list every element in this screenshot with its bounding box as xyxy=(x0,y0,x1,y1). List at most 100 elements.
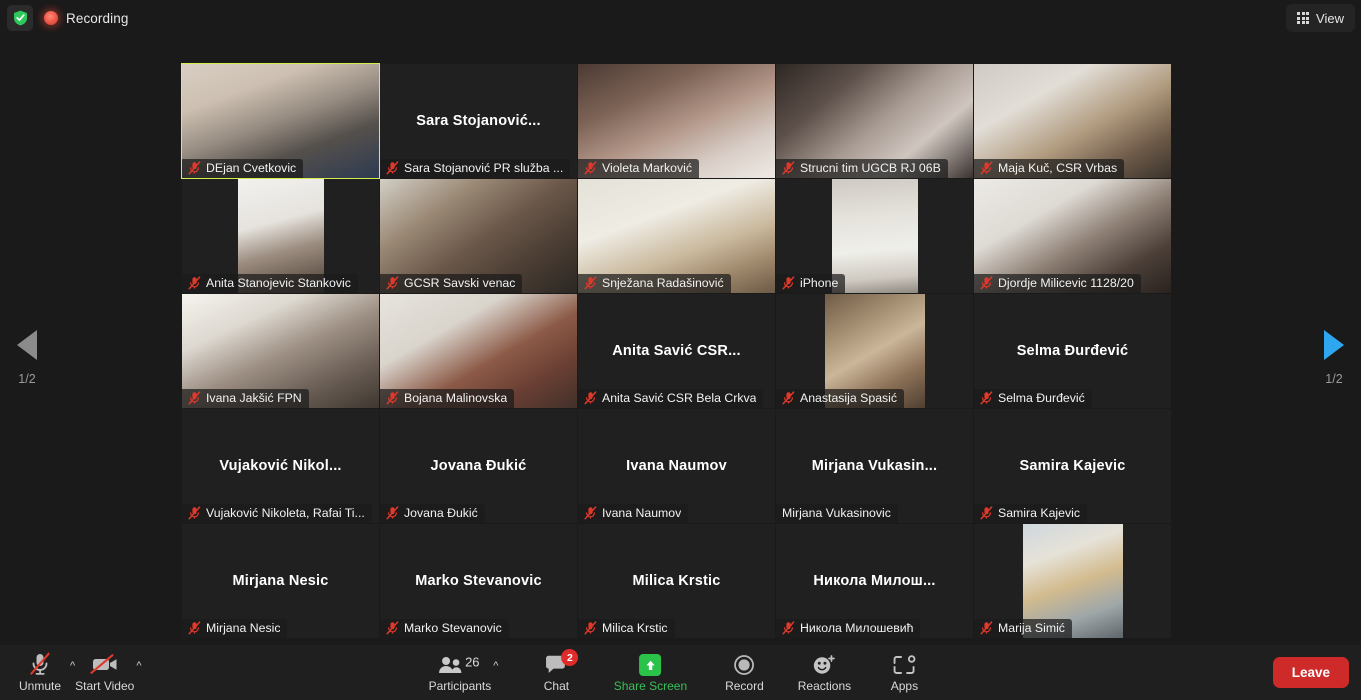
participant-tile[interactable]: Strucni tim UGCB RJ 06B xyxy=(776,64,973,178)
next-page-label: 1/2 xyxy=(1325,372,1343,386)
participant-tile[interactable]: GCSR Savski venac xyxy=(380,179,577,293)
record-button[interactable]: Record xyxy=(716,647,772,699)
next-page-button[interactable]: 1/2 xyxy=(1309,330,1359,386)
participant-name-badge: iPhone xyxy=(776,274,846,293)
participant-footer-name: Violeta Marković xyxy=(602,161,692,175)
participant-tile[interactable]: Snježana Radašinović xyxy=(578,179,775,293)
participant-name-badge: Ivana Naumov xyxy=(578,504,689,523)
view-button[interactable]: View xyxy=(1286,4,1355,32)
start-video-button[interactable]: Start Video xyxy=(75,647,134,699)
participant-footer-name: Anastasija Spasić xyxy=(800,391,898,405)
microphone-muted-icon xyxy=(188,161,201,175)
video-options-chevron-up-icon[interactable]: ^ xyxy=(136,660,141,672)
microphone-muted-icon xyxy=(584,506,597,520)
participant-footer-name: Mirjana Nesic xyxy=(206,621,281,635)
microphone-muted-icon xyxy=(188,506,201,520)
participant-tile[interactable]: Mirjana Nesic Mirjana Nesic xyxy=(182,524,379,638)
participants-button[interactable]: 26 Participants xyxy=(429,647,492,699)
participant-tile[interactable]: Anita Savić CSR... Anita Savić CSR Bela C… xyxy=(578,294,775,408)
participant-tile[interactable]: Marija Simić xyxy=(974,524,1171,638)
leave-button[interactable]: Leave xyxy=(1272,657,1349,688)
participant-tile[interactable]: DEjan Cvetkovic xyxy=(181,63,380,179)
zoom-meeting-window: Recording View 1/2 1/2 DEjan Cvetkovic Sa… xyxy=(0,0,1361,700)
leave-button-label: Leave xyxy=(1291,665,1330,680)
chat-button[interactable]: 2 Chat xyxy=(528,647,584,699)
reactions-button[interactable]: Reactions xyxy=(796,647,852,699)
reactions-label: Reactions xyxy=(797,679,852,693)
participant-tile[interactable]: Samira Kajevic Samira Kajevic xyxy=(974,409,1171,523)
participant-tile[interactable]: Mirjana Vukasin... Mirjana Vukasinovic xyxy=(776,409,973,523)
microphone-muted-icon xyxy=(782,161,795,175)
participant-name-badge: Mirjana Nesic xyxy=(182,619,288,638)
participant-name-badge: Mirjana Vukasinovic xyxy=(776,504,898,523)
recording-label: Recording xyxy=(66,10,129,26)
participant-footer-name: Vujaković Nikoleta, Rafai Ti... xyxy=(206,506,365,520)
people-icon: 26 xyxy=(437,652,483,676)
share-screen-label: Share Screen xyxy=(613,679,688,693)
microphone-muted-icon xyxy=(584,161,597,175)
previous-page-button[interactable]: 1/2 xyxy=(2,330,52,386)
apps-button[interactable]: Apps xyxy=(876,647,932,699)
recording-dot-icon xyxy=(44,11,58,25)
microphone-muted-icon xyxy=(980,276,993,290)
microphone-muted-icon xyxy=(188,621,201,635)
participant-tile[interactable]: Ivana Naumov Ivana Naumov xyxy=(578,409,775,523)
participant-name-badge: Bojana Malinovska xyxy=(380,389,515,408)
participant-name-badge: Jovana Đukić xyxy=(380,504,485,523)
participant-tile[interactable]: Anastasija Spasić xyxy=(776,294,973,408)
participant-tile[interactable]: Anita Stanojevic Stankovic xyxy=(182,179,379,293)
recording-indicator[interactable]: Recording xyxy=(44,11,128,26)
microphone-muted-icon xyxy=(584,276,597,290)
participant-tile[interactable]: Vujaković Nikol... Vujaković Nikoleta, Ra… xyxy=(182,409,379,523)
participant-footer-name: GCSR Savski venac xyxy=(404,276,516,290)
participant-name-badge: Vujaković Nikoleta, Rafai Ti... xyxy=(182,504,372,523)
participant-name-badge: Samira Kajevic xyxy=(974,504,1088,523)
participants-options-chevron-up-icon[interactable]: ^ xyxy=(493,660,498,672)
participant-tile[interactable]: Jovana Đukić Jovana Đukić xyxy=(380,409,577,523)
participant-tile[interactable]: Ivana Jakšić FPN xyxy=(182,294,379,408)
participant-tile[interactable]: Maja Kuč, CSR Vrbas xyxy=(974,64,1171,178)
meeting-toolbar: Unmute ^ Start Video ^ 26 Participants ^… xyxy=(0,645,1361,700)
apps-brackets-icon xyxy=(891,652,917,676)
participant-footer-name: Никола Милошевић xyxy=(800,621,914,635)
participant-tile[interactable]: Bojana Malinovska xyxy=(380,294,577,408)
participant-name-badge: Marko Stevanovic xyxy=(380,619,509,638)
svg-text:26: 26 xyxy=(465,655,479,670)
participant-tile[interactable]: Sara Stojanović... Sara Stojanović PR slu… xyxy=(380,64,577,178)
microphone-muted-icon xyxy=(980,391,993,405)
participant-name-badge: Sara Stojanović PR služba ... xyxy=(380,159,571,178)
participant-footer-name: Milica Krstic xyxy=(602,621,668,635)
unmute-button[interactable]: Unmute xyxy=(12,647,68,699)
record-label: Record xyxy=(725,679,764,693)
participant-name-badge: Anastasija Spasić xyxy=(776,389,905,408)
participant-name-badge: Ivana Jakšić FPN xyxy=(182,389,309,408)
participant-name-badge: Violeta Marković xyxy=(578,159,699,178)
participant-name-badge: Никола Милошевић xyxy=(776,619,921,638)
record-circle-icon xyxy=(732,652,756,676)
participant-tile[interactable]: Violeta Marković xyxy=(578,64,775,178)
participant-tile[interactable]: Djordje Milicevic 1128/20 xyxy=(974,179,1171,293)
microphone-muted-icon xyxy=(782,276,795,290)
participant-tile[interactable]: Selma Đurđević Selma Đurđević xyxy=(974,294,1171,408)
up-arrow-green-icon xyxy=(639,652,662,676)
microphone-muted-icon xyxy=(782,391,795,405)
participant-tile[interactable]: Marko Stevanovic Marko Stevanovic xyxy=(380,524,577,638)
participant-name-badge: Marija Simić xyxy=(974,619,1072,638)
microphone-muted-icon xyxy=(980,621,993,635)
participant-footer-name: Sara Stojanović PR služba ... xyxy=(404,161,564,175)
microphone-muted-icon xyxy=(386,621,399,635)
participant-footer-name: Bojana Malinovska xyxy=(404,391,508,405)
security-shield-icon[interactable] xyxy=(7,5,33,31)
triangle-right-icon xyxy=(1324,330,1344,360)
participant-footer-name: iPhone xyxy=(800,276,839,290)
participant-name-badge: Snježana Radašinović xyxy=(578,274,731,293)
participant-tile[interactable]: Milica Krstic Milica Krstic xyxy=(578,524,775,638)
participant-tile[interactable]: iPhone xyxy=(776,179,973,293)
participant-footer-name: Marko Stevanovic xyxy=(404,621,502,635)
microphone-muted-icon xyxy=(386,276,399,290)
share-screen-button[interactable]: Share Screen xyxy=(608,647,692,699)
participant-name-badge: Anita Stanojevic Stankovic xyxy=(182,274,358,293)
participant-tile[interactable]: Никола Милош... Никола Милошевић xyxy=(776,524,973,638)
participant-footer-name: Anita Savić CSR Bela Crkva xyxy=(602,391,757,405)
apps-label: Apps xyxy=(890,679,919,693)
